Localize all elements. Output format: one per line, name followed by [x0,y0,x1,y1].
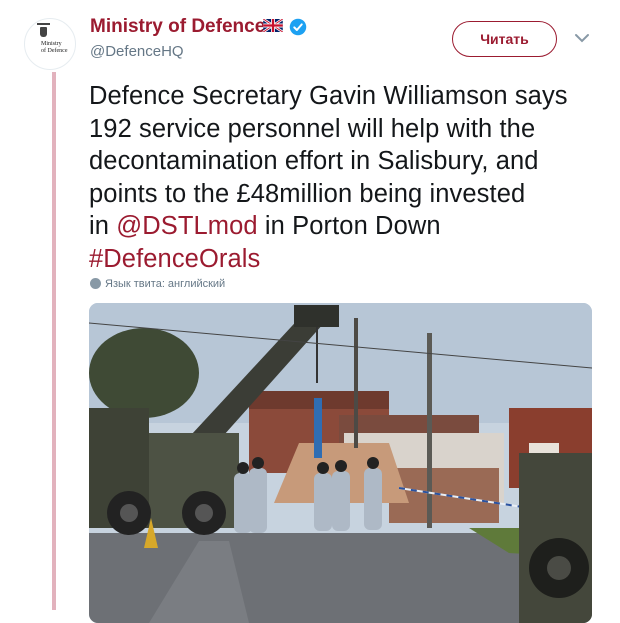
globe-icon [90,278,101,289]
uk-flag-icon [263,19,283,32]
tweet-line-5: in @DSTLmod in Porton Down [89,210,609,243]
tweet-line-5-suffix: in Porton Down [257,212,441,240]
hashtag-link[interactable]: #DefenceOrals [89,245,260,273]
account-name[interactable]: Ministry of Defence [90,16,265,38]
crest-icon [37,23,50,37]
avatar-text-line-2: of Defence [41,48,68,54]
tweet-line-2: 192 service personnel will help with the [89,114,536,143]
avatar-text: Ministry of Defence [41,41,67,55]
photo-scene [89,303,592,623]
language-note-text: Язык твита: английский [105,278,226,290]
account-handle[interactable]: @DefenceHQ [90,43,184,60]
tweet-line-5-prefix: in [89,212,117,240]
tweet-line-4: points to the £48million being invested [89,179,526,208]
tweet-text: Defence Secretary Gavin Williamson says … [89,80,609,275]
tweet-line-1: Defence Secretary Gavin Williamson says [89,82,568,110]
tweet-line-3: decontamination effort in Salisbury, and [89,147,539,175]
chevron-down-icon[interactable] [574,33,590,43]
follow-button[interactable]: Читать [452,21,557,57]
avatar[interactable]: Ministry of Defence [24,18,76,70]
verified-badge-icon [289,18,307,36]
language-note: Язык твита: английский [90,278,225,290]
tweet-photo[interactable] [89,303,592,623]
avatar-text-line-1: Ministry [41,41,62,47]
mention-link[interactable]: @DSTLmod [116,212,257,240]
thread-connector-line [52,72,56,610]
